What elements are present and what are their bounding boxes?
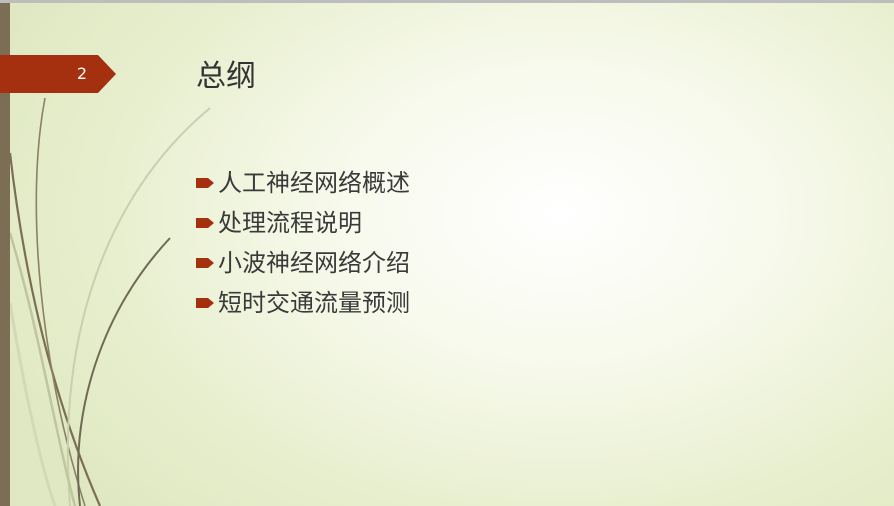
grass-stroke-1 <box>8 152 102 506</box>
arrow-bullet-icon <box>196 218 214 228</box>
bullet-text: 短时交通流量预测 <box>218 289 410 317</box>
grass-stroke-3 <box>77 237 171 506</box>
bullet-text: 处理流程说明 <box>218 209 362 237</box>
slide-canvas: 2 总纲 人工神经网络概述 处理流程说明 小波神经网络介绍 短时交通流量预测 <box>0 3 894 506</box>
arrow-bullet-icon <box>196 298 214 308</box>
slide-title: 总纲 <box>196 59 256 94</box>
arrow-bullet-icon <box>196 258 214 268</box>
arrow-bullet-icon <box>196 178 214 188</box>
bullet-text: 人工神经网络概述 <box>218 169 410 197</box>
slide-number: 2 <box>76 64 88 83</box>
grass-stroke-6 <box>8 302 57 506</box>
bullet-text: 小波神经网络介绍 <box>218 249 410 277</box>
slide-number-badge: 2 <box>0 55 116 93</box>
grass-stroke-4 <box>66 107 211 506</box>
